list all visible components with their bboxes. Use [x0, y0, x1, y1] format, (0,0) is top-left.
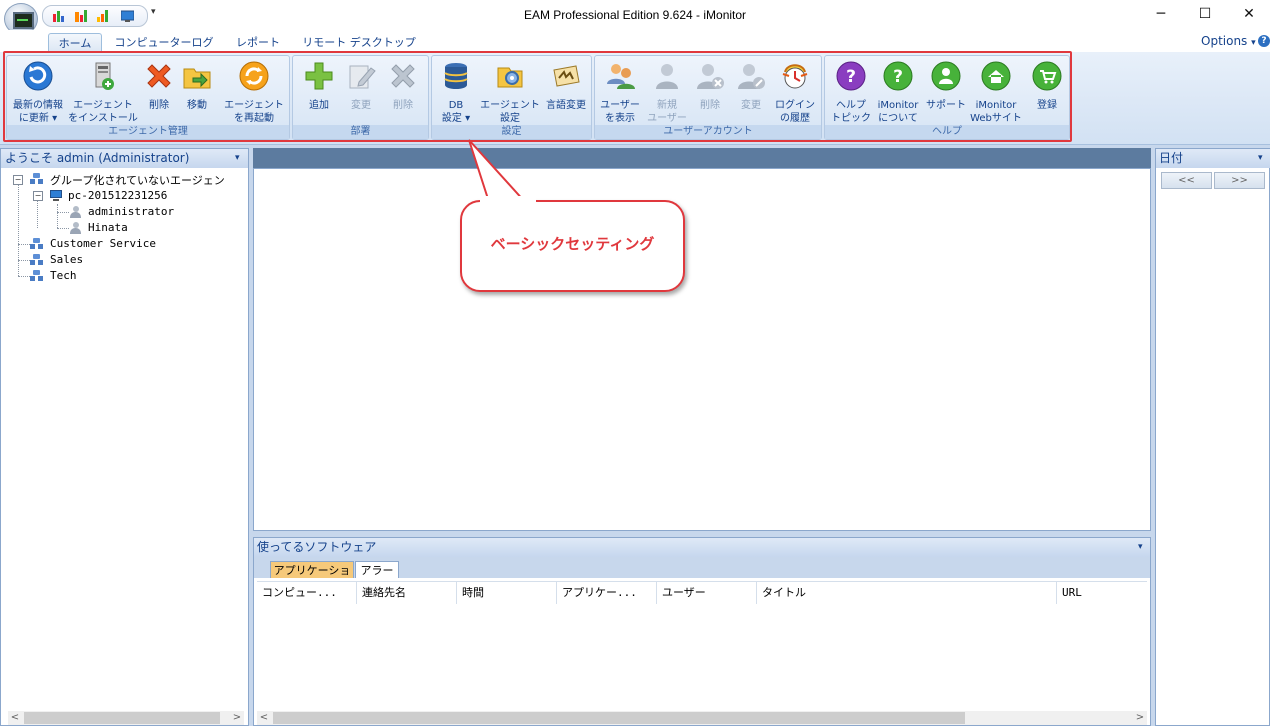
column-header-time[interactable]: 時間 — [462, 582, 554, 604]
column-header-url[interactable]: URL — [1062, 582, 1142, 604]
tree-item-customer-service[interactable]: Customer Service — [50, 237, 156, 250]
collapse-toggle[interactable]: − — [33, 191, 43, 201]
window-title: EAM Professional Edition 9.624 - iMonito… — [523, 8, 747, 22]
tree-line — [57, 204, 58, 228]
column-header-title[interactable]: タイトル — [762, 582, 1052, 604]
user-icon — [70, 206, 81, 218]
next-date-button[interactable]: >> — [1214, 172, 1265, 189]
content-area — [253, 168, 1151, 531]
scroll-right-arrow[interactable]: > — [230, 711, 244, 725]
column-divider[interactable] — [756, 582, 757, 604]
software-usage-header: 使ってるソフトウェア ▾ — [254, 538, 1150, 557]
group-icon — [30, 270, 43, 282]
tab-remote-desktop[interactable]: リモート デスクトップ — [300, 33, 418, 52]
tree-item-user-administrator[interactable]: administrator — [88, 205, 174, 218]
maximize-button[interactable]: ☐ — [1182, 0, 1228, 30]
user-icon — [70, 222, 81, 234]
callout-pointer-cover — [480, 196, 536, 206]
column-divider[interactable] — [456, 582, 457, 604]
computer-icon — [50, 190, 63, 202]
previous-date-button[interactable]: << — [1161, 172, 1212, 189]
column-header-contact[interactable]: 連絡先名 — [362, 582, 454, 604]
options-label: Options — [1201, 34, 1248, 48]
tree-line — [57, 228, 69, 229]
subtab-alerts[interactable]: アラート — [355, 561, 399, 594]
date-panel-header: 日付 ▾ — [1156, 149, 1270, 168]
chevron-down-icon: ▾ — [1251, 38, 1256, 48]
grid-horizontal-scrollbar[interactable]: < > — [257, 711, 1147, 725]
tree-line — [18, 184, 19, 276]
subtab-applications[interactable]: アプリケーション — [270, 561, 354, 594]
group-icon — [30, 238, 43, 250]
tab-report[interactable]: レポート — [228, 33, 288, 52]
date-panel-title: 日付 — [1159, 151, 1184, 165]
scroll-thumb[interactable] — [273, 712, 965, 724]
chevron-down-icon[interactable]: ▾ — [1258, 149, 1263, 168]
chevron-down-icon[interactable]: ▾ — [1138, 538, 1143, 557]
scroll-left-arrow[interactable]: < — [257, 711, 271, 725]
column-divider[interactable] — [656, 582, 657, 604]
tree-line — [18, 244, 30, 245]
tree-item-sales[interactable]: Sales — [50, 253, 83, 266]
column-header-computer[interactable]: コンピュー... — [262, 582, 354, 604]
agent-tree-panel — [0, 148, 249, 726]
software-usage-title: 使ってるソフトウェア — [257, 540, 377, 554]
collapse-toggle[interactable]: − — [13, 175, 23, 185]
close-button[interactable]: ✕ — [1226, 0, 1270, 30]
scroll-left-arrow[interactable]: < — [8, 711, 22, 725]
group-icon — [30, 173, 43, 185]
agent-tree-header: ようこそ admin (Administrator) ▾ — [1, 149, 248, 168]
options-menu[interactable]: Options ▾ — [1201, 34, 1256, 48]
help-icon[interactable]: ? — [1258, 35, 1270, 47]
date-panel — [1155, 148, 1270, 726]
tree-item-pc[interactable]: pc-201512231256 — [68, 189, 167, 202]
chevron-down-icon[interactable]: ▾ — [235, 149, 240, 168]
highlight-annotation-box — [3, 51, 1072, 142]
welcome-text: ようこそ admin (Administrator) — [5, 151, 190, 165]
column-divider[interactable] — [1056, 582, 1057, 604]
column-divider[interactable] — [556, 582, 557, 604]
callout-text: ベーシックセッティング — [490, 236, 655, 253]
column-header-application[interactable]: アプリケー... — [562, 582, 654, 604]
column-header-user[interactable]: ユーザー — [662, 582, 754, 604]
minimize-button[interactable]: ─ — [1138, 0, 1184, 30]
tree-item-user-hinata[interactable]: Hinata — [88, 221, 128, 234]
scroll-thumb[interactable] — [24, 712, 220, 724]
tree-item-ungrouped[interactable]: グループ化されていないエージェン — [50, 172, 225, 188]
tree-item-tech[interactable]: Tech — [50, 269, 77, 282]
column-divider[interactable] — [356, 582, 357, 604]
tree-line — [37, 200, 38, 228]
tree-line — [18, 260, 30, 261]
tab-computer-log[interactable]: コンピューターログ — [112, 33, 216, 52]
content-header-bar — [253, 148, 1151, 168]
left-horizontal-scrollbar[interactable]: < > — [8, 711, 244, 725]
tree-line — [18, 276, 30, 277]
tab-home[interactable]: ホーム — [48, 33, 102, 52]
tree-line — [57, 212, 69, 213]
group-icon — [30, 254, 43, 266]
scroll-right-arrow[interactable]: > — [1133, 711, 1147, 725]
